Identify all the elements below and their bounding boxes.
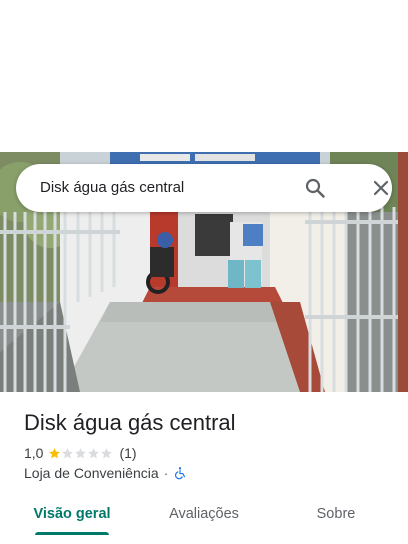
search-input[interactable]: Disk água gás central [40,164,184,212]
rating-row[interactable]: 1,0 (1) [24,444,137,462]
place-category[interactable]: Loja de Conveniência [24,465,159,481]
star-icon [101,447,113,458]
separator: · [163,465,169,481]
place-title: Disk água gás central [24,410,236,435]
category-row: Loja de Conveniência · [24,464,187,482]
star-icon [88,447,100,458]
star-icon [75,447,87,458]
star-icon [62,447,74,458]
star-icon [49,447,61,458]
tab-reviews[interactable]: Avaliações [160,496,248,532]
active-tab-indicator [35,532,109,535]
search-icon [305,178,325,198]
close-button[interactable] [369,176,393,200]
place-tabs: Visão geral Avaliações Sobre [0,496,408,536]
rating-value: 1,0 [24,445,44,461]
tab-overview[interactable]: Visão geral [30,496,114,532]
review-count[interactable]: (1) [119,445,136,461]
close-icon [373,180,389,196]
wheelchair-icon[interactable] [173,466,187,480]
star-rating [48,447,113,460]
search-button[interactable] [303,176,327,200]
tab-about[interactable]: Sobre [306,496,366,532]
search-bar[interactable]: Disk água gás central [16,164,392,212]
